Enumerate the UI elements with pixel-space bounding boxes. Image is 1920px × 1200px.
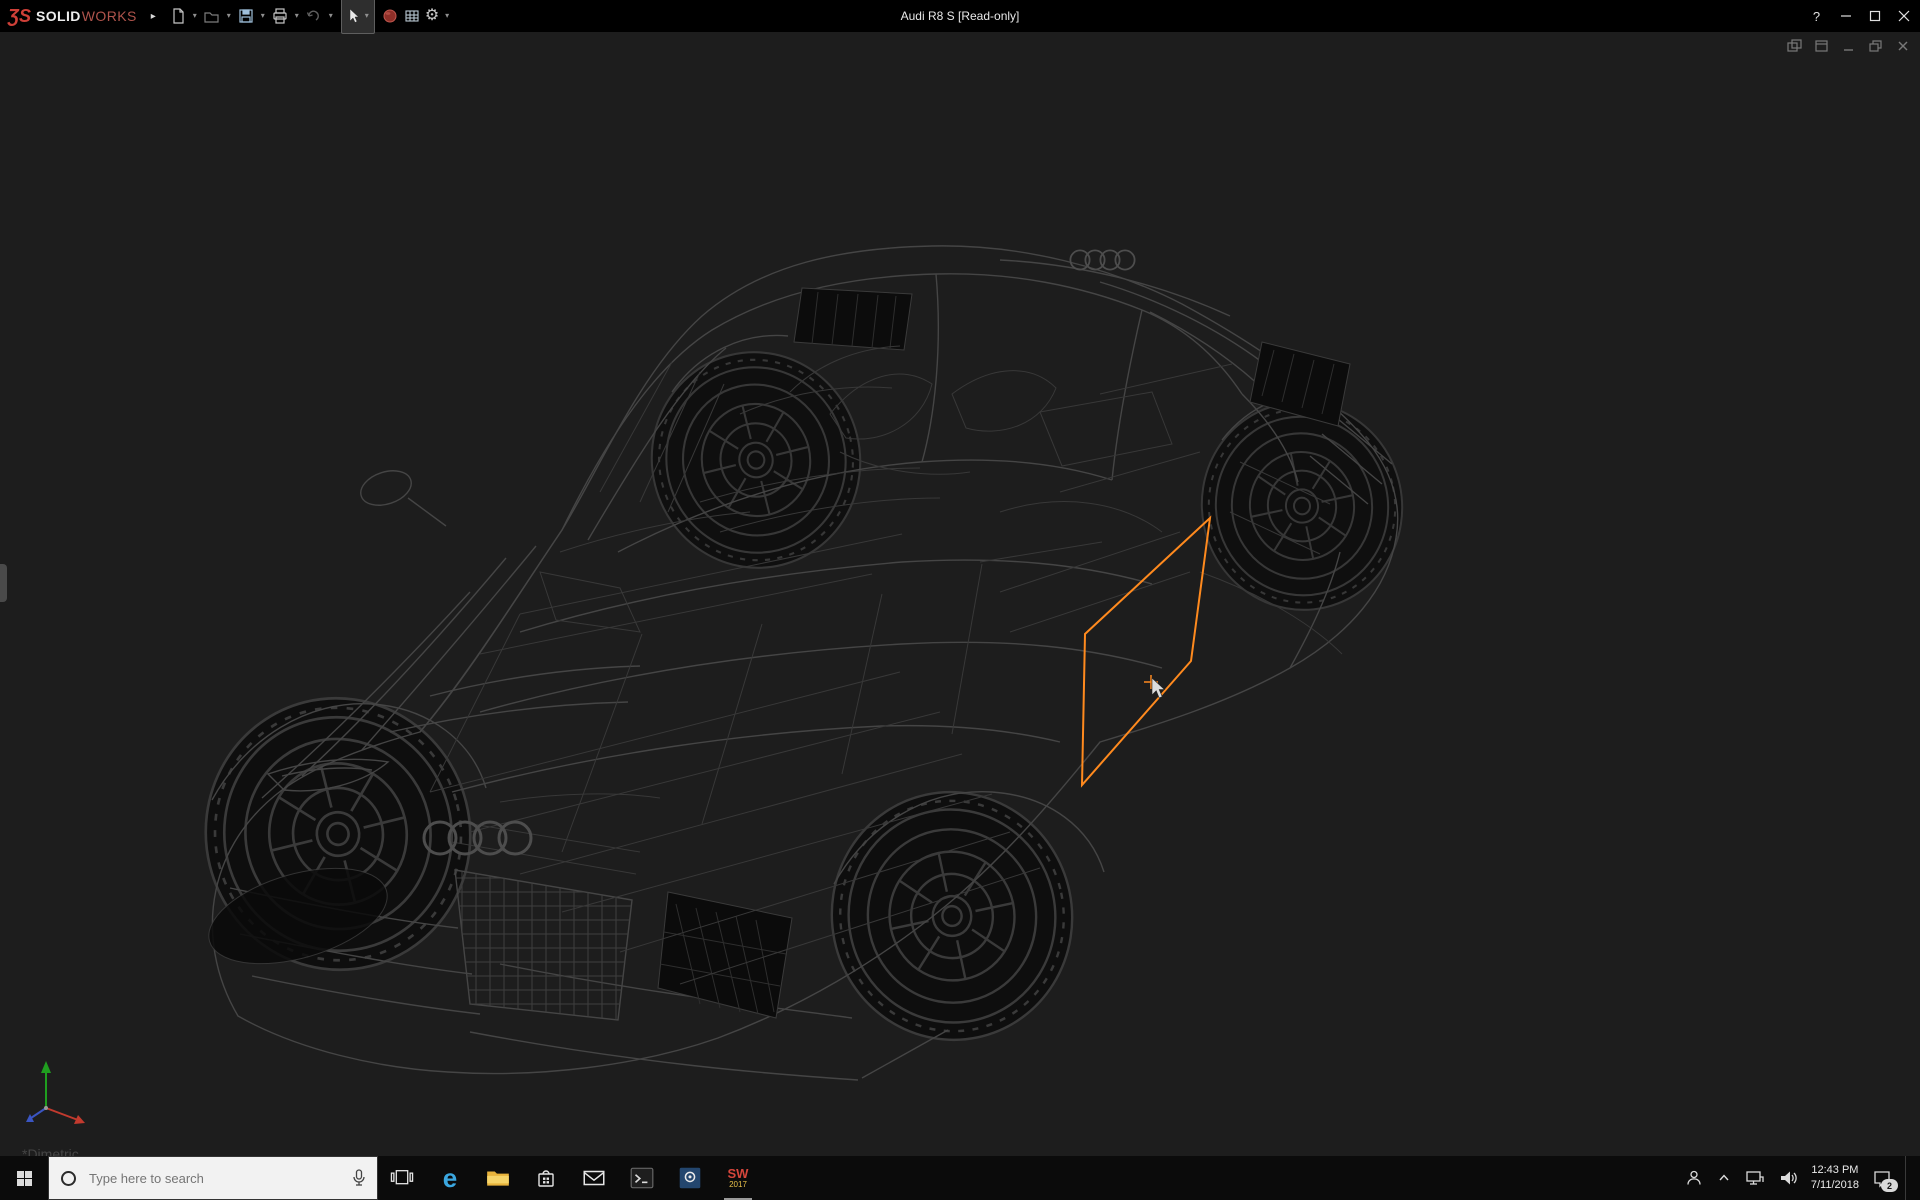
mail-button[interactable] xyxy=(570,1156,618,1200)
task-view-icon xyxy=(389,1165,415,1191)
design-table-button[interactable] xyxy=(402,5,422,27)
open-dropdown[interactable]: ▾ xyxy=(224,0,234,32)
solidworks-app-icon: SW 2017 xyxy=(728,1167,749,1189)
undo-button[interactable] xyxy=(304,5,324,27)
photos-button[interactable] xyxy=(666,1156,714,1200)
brand-works: WORKS xyxy=(82,8,137,24)
print-dropdown[interactable]: ▾ xyxy=(292,0,302,32)
clock-date: 7/11/2018 xyxy=(1811,1178,1859,1193)
cascade-windows-icon[interactable] xyxy=(1813,38,1831,54)
windows-taskbar: e xyxy=(0,1156,1920,1200)
taskbar-search[interactable] xyxy=(48,1156,378,1200)
document-title: Audi R8 S [Read-only] xyxy=(901,0,1020,32)
titlebar: ƷS SOLID WORKS ▸ ▾ ▾ ▾ ▾ xyxy=(0,0,1920,32)
view-orientation-label: *Dimetric xyxy=(22,1146,79,1156)
show-desktop-button[interactable] xyxy=(1905,1156,1912,1200)
solidworks-logo[interactable]: ƷS SOLID WORKS xyxy=(0,0,145,32)
speaker-icon xyxy=(1778,1169,1798,1187)
windows-logo-icon xyxy=(16,1170,33,1187)
document-window-controls xyxy=(1786,38,1912,54)
microphone-icon[interactable] xyxy=(351,1168,367,1188)
command-prompt-button[interactable] xyxy=(618,1156,666,1200)
menu-expand-arrow-icon[interactable]: ▸ xyxy=(151,11,156,22)
action-center-button[interactable]: 2 xyxy=(1872,1168,1892,1188)
brand-solid: SOLID xyxy=(36,8,81,24)
chevron-up-icon xyxy=(1716,1170,1732,1186)
close-document-icon[interactable] xyxy=(1894,38,1912,54)
file-explorer-button[interactable] xyxy=(474,1156,522,1200)
taskbar-apps: e xyxy=(378,1156,762,1200)
command-prompt-icon xyxy=(629,1165,655,1191)
close-button[interactable] xyxy=(1889,0,1918,32)
help-button[interactable]: ? xyxy=(1802,0,1831,32)
mouse-cursor-icon xyxy=(1152,678,1165,698)
photos-icon xyxy=(677,1165,703,1191)
new-window-icon[interactable] xyxy=(1786,38,1804,54)
select-dropdown[interactable]: ▾ xyxy=(362,0,372,32)
open-button[interactable] xyxy=(202,5,222,27)
mail-envelope-icon xyxy=(581,1165,607,1191)
new-document-icon xyxy=(169,7,187,25)
minimize-document-icon[interactable] xyxy=(1840,38,1858,54)
maximize-icon xyxy=(1867,8,1883,24)
panel-collapse-tab[interactable] xyxy=(0,564,7,602)
edge-icon: e xyxy=(443,1164,457,1192)
orientation-triad-icon xyxy=(18,1048,102,1132)
design-table-icon xyxy=(403,7,421,25)
save-dropdown[interactable]: ▾ xyxy=(258,0,268,32)
print-button[interactable] xyxy=(270,5,290,27)
clock-time: 12:43 PM xyxy=(1811,1163,1859,1178)
new-document-dropdown[interactable]: ▾ xyxy=(190,0,200,32)
store-button[interactable] xyxy=(522,1156,570,1200)
wireframe-car-model[interactable] xyxy=(0,32,1920,1156)
options-dropdown[interactable]: ▾ xyxy=(442,0,452,32)
edge-button[interactable]: e xyxy=(426,1156,474,1200)
gear-icon: ⚙ xyxy=(425,7,439,25)
quick-access-toolbar: ▾ ▾ ▾ ▾ ▾ ▾ xyxy=(168,0,452,34)
store-bag-icon xyxy=(534,1166,558,1190)
select-cursor-icon xyxy=(344,7,362,25)
system-tray: 12:43 PM 7/11/2018 2 xyxy=(1679,1156,1920,1200)
open-folder-icon xyxy=(203,7,221,25)
maximize-button[interactable] xyxy=(1860,0,1889,32)
people-button[interactable] xyxy=(1685,1169,1703,1187)
folder-icon xyxy=(485,1165,511,1191)
notification-badge: 2 xyxy=(1881,1179,1898,1192)
appearance-sphere-icon xyxy=(381,7,399,25)
ethernet-network-icon xyxy=(1745,1169,1765,1187)
search-input[interactable] xyxy=(87,1170,342,1187)
solidworks-year: 2017 xyxy=(729,1181,747,1189)
restore-document-icon[interactable] xyxy=(1867,38,1885,54)
volume-button[interactable] xyxy=(1778,1169,1798,1187)
new-document-button[interactable] xyxy=(168,5,188,27)
options-button[interactable]: ⚙ xyxy=(424,5,440,27)
print-icon xyxy=(271,7,289,25)
minimize-button[interactable] xyxy=(1831,0,1860,32)
people-icon xyxy=(1685,1169,1703,1187)
graphics-area[interactable]: *Dimetric xyxy=(0,32,1920,1156)
appearance-button[interactable] xyxy=(380,5,400,27)
close-icon xyxy=(1896,8,1912,24)
select-tool-button[interactable]: ▾ xyxy=(341,0,375,34)
task-view-button[interactable] xyxy=(378,1156,426,1200)
save-button[interactable] xyxy=(236,5,256,27)
minimize-icon xyxy=(1838,8,1854,24)
taskbar-clock[interactable]: 12:43 PM 7/11/2018 xyxy=(1811,1163,1859,1193)
network-button[interactable] xyxy=(1745,1169,1765,1187)
tray-overflow-button[interactable] xyxy=(1716,1170,1732,1186)
start-button[interactable] xyxy=(0,1156,48,1200)
solidworks-taskbar-button[interactable]: SW 2017 xyxy=(714,1156,762,1200)
undo-icon xyxy=(305,7,323,25)
window-controls: ? xyxy=(1802,0,1918,32)
save-floppy-icon xyxy=(237,7,255,25)
3ds-logo-icon: ƷS xyxy=(8,0,31,32)
solidworks-letters: SW xyxy=(728,1167,749,1180)
cortana-circle-icon xyxy=(59,1169,78,1188)
undo-dropdown[interactable]: ▾ xyxy=(326,0,336,32)
